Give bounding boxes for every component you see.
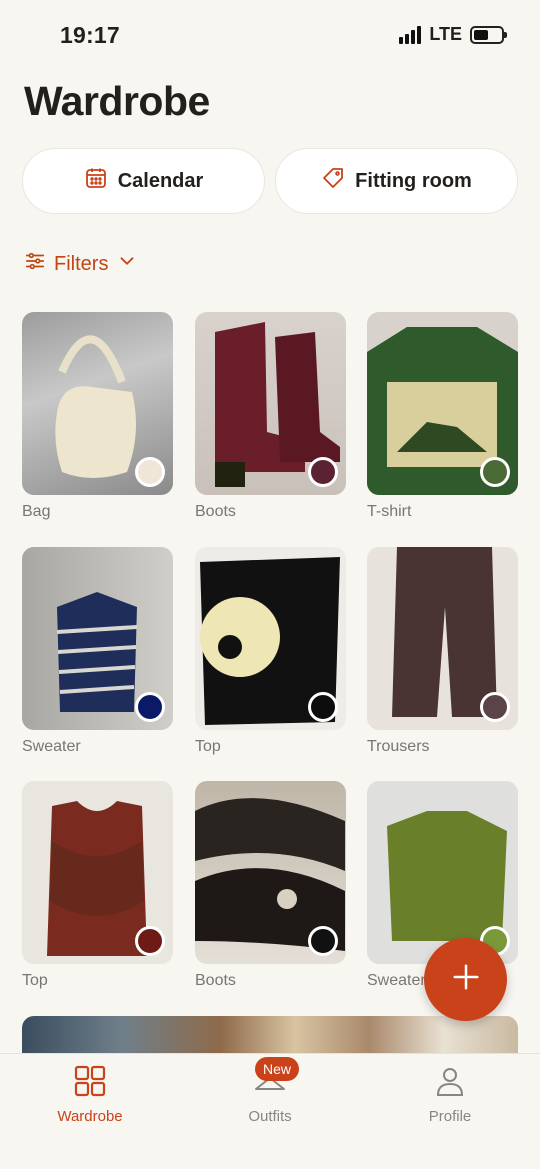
- color-swatch: [135, 457, 165, 487]
- item-label: Boots: [195, 503, 236, 520]
- tab-wardrobe[interactable]: Wardrobe: [30, 1064, 150, 1125]
- battery-icon: [470, 25, 507, 44]
- network-label: LTE: [429, 24, 462, 44]
- color-swatch: [308, 926, 338, 956]
- fitting-room-button[interactable]: Fitting room: [275, 148, 518, 214]
- status-bar: 19:17 LTE: [0, 0, 540, 70]
- person-icon: [433, 1064, 467, 1102]
- color-swatch: [135, 926, 165, 956]
- item-label: Sweater: [22, 738, 81, 755]
- item-label: Boots: [195, 972, 236, 989]
- item-photo-sweater: [22, 547, 173, 730]
- item-photo-bag: [22, 312, 173, 495]
- color-swatch: [480, 692, 510, 722]
- item-photo-top: [195, 547, 346, 730]
- wardrobe-item-trousers[interactable]: Trousers: [367, 547, 518, 756]
- calendar-label: Calendar: [117, 169, 204, 192]
- filters-label: Filters: [54, 252, 109, 275]
- color-swatch: [308, 457, 338, 487]
- color-swatch: [480, 457, 510, 487]
- wardrobe-item-sweater[interactable]: Sweater: [22, 547, 173, 756]
- item-label: Trousers: [367, 738, 430, 755]
- item-photo-boots-2: [195, 781, 346, 964]
- tab-profile-label: Profile: [428, 1108, 472, 1125]
- wardrobe-item-boots-2[interactable]: Boots: [195, 781, 346, 990]
- calendar-icon: [84, 166, 108, 196]
- status-time: 19:17: [60, 22, 120, 48]
- sliders-icon: [24, 250, 46, 278]
- tab-profile[interactable]: Profile: [390, 1064, 510, 1125]
- wardrobe-item-bag[interactable]: Bag: [22, 312, 173, 521]
- filters-button[interactable]: Filters: [24, 250, 138, 278]
- item-label: Top: [195, 738, 221, 755]
- item-photo-trousers: [367, 547, 518, 730]
- item-photo-top-2: [22, 781, 173, 964]
- chevron-down-icon: [116, 250, 138, 278]
- wardrobe-item-tshirt[interactable]: T-shirt: [367, 312, 518, 521]
- wardrobe-item-top-2[interactable]: Top: [22, 781, 173, 990]
- item-photo-tshirt: [367, 312, 518, 495]
- item-photo-sweater-2: [367, 781, 518, 964]
- signal-icon: [399, 25, 422, 44]
- item-photo-boots: [195, 312, 346, 495]
- plus-icon: [451, 962, 481, 997]
- tab-outfits-label: Outfits: [248, 1108, 292, 1125]
- add-item-button[interactable]: [424, 938, 507, 1021]
- item-label: Top: [22, 972, 48, 989]
- item-label: Bag: [22, 503, 51, 520]
- new-badge: New: [255, 1057, 300, 1081]
- tab-wardrobe-label: Wardrobe: [57, 1108, 123, 1125]
- page-title: Wardrobe: [24, 78, 210, 124]
- wardrobe-item-top[interactable]: Top: [195, 547, 346, 756]
- item-label: T-shirt: [367, 503, 412, 520]
- tag-icon: [321, 166, 345, 196]
- color-swatch: [308, 692, 338, 722]
- calendar-button[interactable]: Calendar: [22, 148, 265, 214]
- grid-icon: [73, 1064, 107, 1102]
- fitting-room-label: Fitting room: [355, 169, 472, 192]
- wardrobe-item-boots[interactable]: Boots: [195, 312, 346, 521]
- color-swatch: [135, 692, 165, 722]
